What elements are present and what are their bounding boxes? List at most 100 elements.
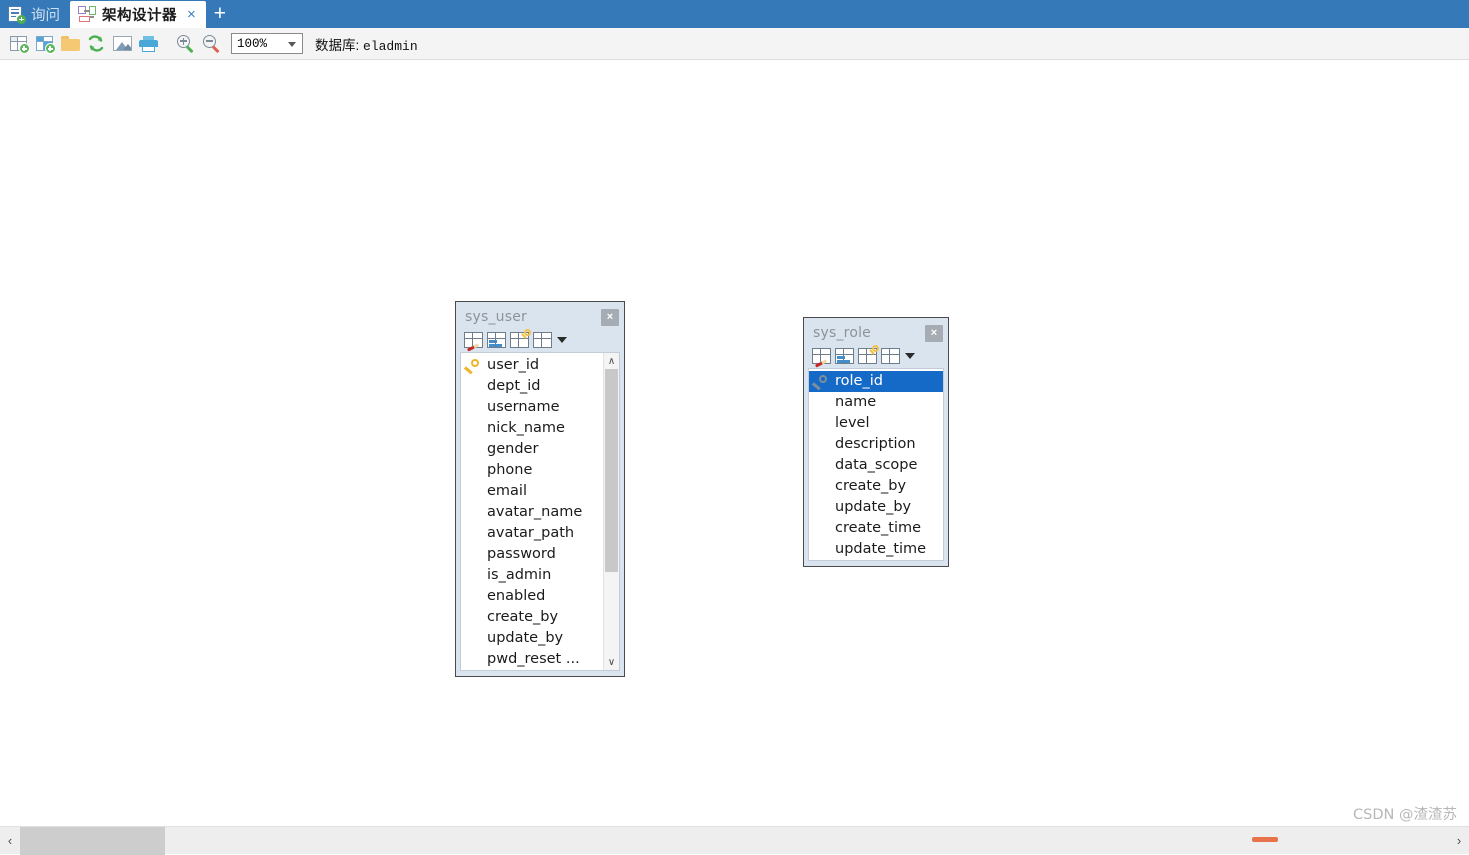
column-row[interactable]: create_by <box>461 607 603 628</box>
column-row[interactable]: pwd_reset ... <box>461 649 603 670</box>
table-panel-toolbar <box>460 328 620 352</box>
scroll-down-button[interactable]: ∨ <box>604 654 620 670</box>
vertical-scroll-thumb[interactable] <box>605 369 618 572</box>
export-image-button[interactable] <box>109 31 135 57</box>
refresh-icon <box>87 35 105 52</box>
column-name: password <box>487 544 556 565</box>
column-name: user_id <box>487 355 539 376</box>
tab-close-icon[interactable]: × <box>187 7 196 22</box>
column-row[interactable]: create_by <box>809 476 943 497</box>
column-key-spacer <box>813 437 833 453</box>
horizontal-scroll-track[interactable] <box>20 827 1449 855</box>
column-row[interactable]: dept_id <box>461 376 603 397</box>
column-name: gender <box>487 439 538 460</box>
primary-key-icon <box>813 374 833 390</box>
chevron-down-icon <box>288 42 296 47</box>
zoom-in-button[interactable] <box>173 31 199 57</box>
column-name: enabled <box>487 586 545 607</box>
scroll-up-button[interactable]: ∧ <box>604 353 620 369</box>
add-table-button[interactable] <box>31 31 57 57</box>
column-key-spacer <box>813 542 833 558</box>
table-name: sys_user <box>465 309 527 325</box>
table-panel-header[interactable]: sys_user × <box>460 306 620 328</box>
zoom-out-button[interactable] <box>199 31 225 57</box>
sys_role-table-options-icon[interactable] <box>881 348 900 364</box>
sys_user-table-rows-icon[interactable] <box>487 332 506 348</box>
scroll-right-button[interactable]: › <box>1449 827 1469 855</box>
column-name: dept_id <box>487 376 541 397</box>
schema-designer-icon <box>78 6 96 23</box>
column-row[interactable]: create_time <box>809 518 943 539</box>
column-row[interactable]: password <box>461 544 603 565</box>
column-row[interactable]: update_by <box>809 497 943 518</box>
sys_user-table-options-dropdown-icon[interactable] <box>557 337 567 343</box>
column-row[interactable]: is_admin <box>461 565 603 586</box>
horizontal-scroll-thumb[interactable] <box>20 827 165 855</box>
column-row[interactable]: gender <box>461 439 603 460</box>
column-key-spacer <box>813 521 833 537</box>
tab-query-label: 询问 <box>31 4 60 25</box>
column-row[interactable]: enabled <box>461 586 603 607</box>
table-panel-sys_role[interactable]: sys_role × role_id name level descriptio… <box>803 317 949 567</box>
table-column-list-container[interactable]: role_id name level description data_scop… <box>808 368 944 561</box>
column-row[interactable]: role_id <box>809 371 943 392</box>
tab-bar: 询问 架构设计器 × + <box>0 0 1469 28</box>
horizontal-scrollbar[interactable]: ‹ › <box>0 826 1469 854</box>
vertical-scroll-track[interactable] <box>604 369 620 654</box>
main-toolbar: 100% 数据库: eladmin <box>0 28 1469 60</box>
column-key-spacer <box>813 500 833 516</box>
column-row[interactable]: update_time <box>809 539 943 560</box>
new-tab-button[interactable]: + <box>206 0 234 28</box>
column-key-spacer <box>465 463 485 479</box>
column-name: avatar_path <box>487 523 574 544</box>
table-panel-sys_user[interactable]: sys_user × user_id dept_id username nick… <box>455 301 625 677</box>
sys_role-table-rows-icon[interactable] <box>835 348 854 364</box>
sys_user-table-keys-icon[interactable] <box>510 332 529 348</box>
tab-schema-designer[interactable]: 架构设计器 × <box>70 1 206 28</box>
column-key-spacer <box>813 416 833 432</box>
column-row[interactable]: update_by <box>461 628 603 649</box>
table-vertical-scrollbar[interactable]: ∧ ∨ <box>603 353 619 670</box>
column-row[interactable]: username <box>461 397 603 418</box>
column-row[interactable]: name <box>809 392 943 413</box>
column-name: create_time <box>835 518 921 539</box>
column-row[interactable]: description <box>809 434 943 455</box>
column-row[interactable]: avatar_name <box>461 502 603 523</box>
zoom-level-select[interactable]: 100% <box>231 33 303 54</box>
sys_role-edit-table-icon[interactable] <box>812 348 831 364</box>
column-row[interactable]: phone <box>461 460 603 481</box>
database-label-text: 数据库: <box>315 38 359 53</box>
zoom-out-icon <box>203 35 221 53</box>
sys_role-table-keys-icon[interactable] <box>858 348 877 364</box>
column-row[interactable]: data_scope <box>809 455 943 476</box>
open-folder-button[interactable] <box>57 31 83 57</box>
column-key-spacer <box>465 610 485 626</box>
add-table-icon <box>36 36 53 51</box>
sys_user-table-options-icon[interactable] <box>533 332 552 348</box>
column-key-spacer <box>813 395 833 411</box>
column-row[interactable]: email <box>461 481 603 502</box>
refresh-button[interactable] <box>83 31 109 57</box>
table-panel-header[interactable]: sys_role × <box>808 322 944 344</box>
column-row[interactable]: user_id <box>461 355 603 376</box>
table-panel-toolbar <box>808 344 944 368</box>
scroll-left-button[interactable]: ‹ <box>0 827 20 855</box>
column-name: phone <box>487 460 532 481</box>
column-name: data_scope <box>835 455 917 476</box>
column-row[interactable]: nick_name <box>461 418 603 439</box>
tab-query[interactable]: 询问 <box>0 0 70 28</box>
table-close-icon[interactable]: × <box>925 325 943 342</box>
database-name: eladmin <box>363 39 418 54</box>
sys_role-table-options-dropdown-icon[interactable] <box>905 353 915 359</box>
schema-canvas[interactable]: sys_user × user_id dept_id username nick… <box>0 60 1469 826</box>
new-model-button[interactable] <box>5 31 31 57</box>
column-row[interactable]: level <box>809 413 943 434</box>
sys_user-edit-table-icon[interactable] <box>464 332 483 348</box>
table-column-list-container[interactable]: user_id dept_id username nick_name gende… <box>460 352 620 671</box>
print-button[interactable] <box>135 31 161 57</box>
column-key-spacer <box>813 458 833 474</box>
table-close-icon[interactable]: × <box>601 309 619 326</box>
database-label: 数据库: eladmin <box>315 34 418 54</box>
column-row[interactable]: avatar_path <box>461 523 603 544</box>
column-key-spacer <box>813 479 833 495</box>
